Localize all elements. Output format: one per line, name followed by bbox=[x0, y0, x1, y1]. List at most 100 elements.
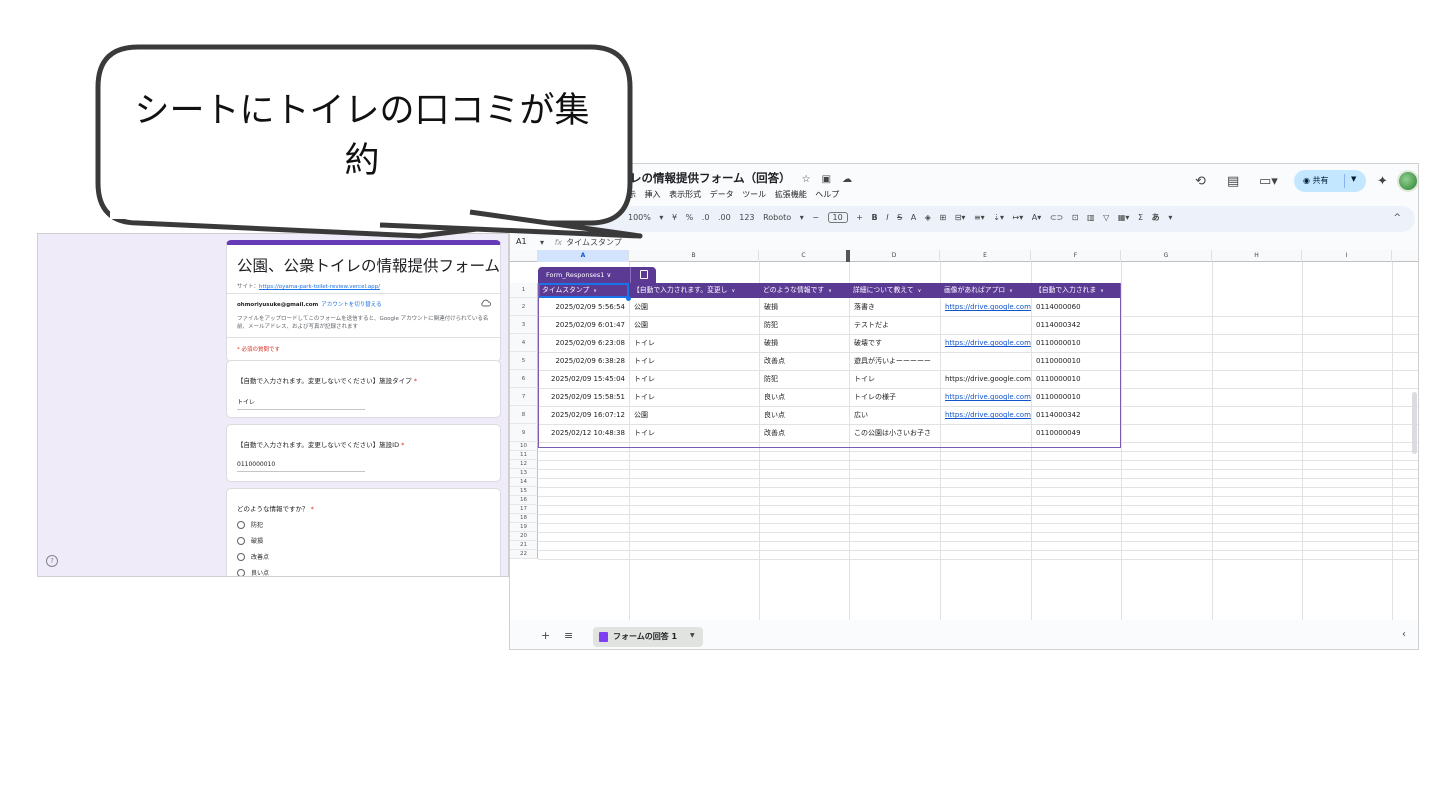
row-header[interactable]: 11 bbox=[510, 451, 538, 460]
row-header[interactable]: 21 bbox=[510, 541, 538, 550]
site-link[interactable]: https://oyama-park-toilet-review.vercel.… bbox=[259, 284, 380, 290]
currency-button[interactable]: ¥ bbox=[672, 213, 677, 222]
filter-icon[interactable]: ▽ bbox=[1103, 213, 1109, 222]
add-sheet-icon[interactable]: + bbox=[541, 629, 550, 642]
font-size-decrease[interactable]: − bbox=[812, 213, 819, 222]
row-header[interactable]: 10 bbox=[510, 442, 538, 451]
font-size-input[interactable]: 10 bbox=[827, 212, 848, 223]
zoom-select[interactable]: 100% ▾ bbox=[628, 213, 663, 222]
table-name-tab[interactable]: Form_Responses1 ∨ bbox=[538, 267, 656, 283]
number-format-button[interactable]: 123 bbox=[739, 213, 754, 222]
menu-item[interactable]: データ bbox=[710, 190, 734, 199]
radio-circle[interactable] bbox=[237, 552, 245, 561]
radio-option[interactable]: 改善点 bbox=[237, 552, 269, 561]
move-folder-icon[interactable]: ▣ bbox=[822, 174, 831, 185]
help-icon[interactable]: ? bbox=[46, 555, 58, 567]
filter-views-icon[interactable]: ▦▾ bbox=[1118, 213, 1130, 222]
select-all-corner[interactable] bbox=[510, 250, 538, 262]
italic-button[interactable]: I bbox=[886, 213, 888, 222]
row-header[interactable]: 1 bbox=[510, 283, 538, 298]
row-header[interactable]: 3 bbox=[510, 316, 538, 334]
column-header[interactable]: E bbox=[940, 250, 1031, 262]
sheet-tab[interactable]: フォームの回答 1 ▼ bbox=[593, 627, 703, 647]
vertical-align-icon[interactable]: ⇣▾ bbox=[993, 213, 1004, 222]
bold-button[interactable]: B bbox=[872, 213, 878, 222]
menu-item[interactable]: ツール bbox=[742, 190, 766, 199]
row-header[interactable]: 5 bbox=[510, 352, 538, 370]
input-tools-button[interactable]: あ ▾ bbox=[1152, 213, 1173, 222]
radio-option[interactable]: 良い点 bbox=[237, 568, 269, 576]
row-header[interactable]: 15 bbox=[510, 487, 538, 496]
increase-decimal-button[interactable]: .00 bbox=[718, 213, 731, 222]
radio-option[interactable]: 破損 bbox=[237, 536, 263, 545]
menu-item[interactable]: 拡張機能 bbox=[775, 190, 807, 199]
functions-icon[interactable]: Σ bbox=[1138, 213, 1143, 222]
row-header[interactable]: 17 bbox=[510, 505, 538, 514]
font-select[interactable]: Roboto ▾ bbox=[763, 213, 804, 222]
gemini-icon[interactable]: ✦ bbox=[1377, 174, 1388, 189]
menu-item[interactable]: 示 bbox=[628, 190, 636, 199]
link-icon[interactable]: ⊂⊃ bbox=[1050, 213, 1063, 222]
meet-icon[interactable]: ▭▾ bbox=[1259, 174, 1278, 189]
merge-cells-icon[interactable]: ⊟▾ bbox=[955, 213, 966, 222]
all-sheets-icon[interactable]: ≡ bbox=[564, 629, 573, 642]
row-header[interactable]: 19 bbox=[510, 523, 538, 532]
chevron-left-icon[interactable]: ‹ bbox=[1402, 629, 1406, 640]
row-header[interactable]: 18 bbox=[510, 514, 538, 523]
name-box[interactable]: A1 bbox=[516, 237, 527, 246]
spreadsheet-grid[interactable]: A B C D E F G H I Form_Responses1 ∨ 12 34… bbox=[510, 250, 1418, 620]
row-header[interactable]: 14 bbox=[510, 478, 538, 487]
column-header[interactable]: I bbox=[1302, 250, 1392, 262]
comment-icon[interactable]: ⊡ bbox=[1072, 213, 1079, 222]
row-header[interactable]: 20 bbox=[510, 532, 538, 541]
vertical-scrollbar[interactable] bbox=[1412, 392, 1417, 454]
star-icon[interactable]: ☆ bbox=[802, 174, 811, 185]
strikethrough-button[interactable]: S bbox=[897, 213, 902, 222]
percent-button[interactable]: % bbox=[686, 213, 694, 222]
radio-circle[interactable] bbox=[237, 520, 245, 529]
comments-icon[interactable]: ▤ bbox=[1227, 174, 1239, 189]
column-header[interactable]: A bbox=[538, 250, 629, 262]
column-header[interactable]: G bbox=[1121, 250, 1212, 262]
freeze-column-handle[interactable] bbox=[846, 250, 850, 262]
text-color-button[interactable]: A bbox=[911, 213, 916, 222]
row-header[interactable]: 9 bbox=[510, 424, 538, 442]
menu-item[interactable]: ヘルプ bbox=[815, 190, 839, 199]
chevron-down-icon[interactable]: ▼ bbox=[690, 632, 695, 639]
facility-id-input[interactable]: 0110000010 bbox=[237, 461, 365, 472]
text-wrap-icon[interactable]: ↦▾ bbox=[1013, 213, 1024, 222]
column-header[interactable]: F bbox=[1031, 250, 1121, 262]
menu-item[interactable]: 挿入 bbox=[645, 190, 661, 199]
row-header[interactable]: 13 bbox=[510, 469, 538, 478]
formula-bar[interactable]: ▾ fx タイムスタンプ bbox=[540, 237, 622, 248]
row-header[interactable]: 22 bbox=[510, 550, 538, 559]
row-header[interactable]: 4 bbox=[510, 334, 538, 352]
radio-option[interactable]: 防犯 bbox=[237, 520, 263, 529]
row-header[interactable]: 8 bbox=[510, 406, 538, 424]
facility-type-input[interactable]: トイレ bbox=[237, 397, 365, 410]
row-header[interactable]: 12 bbox=[510, 460, 538, 469]
share-dropdown-icon[interactable]: ▼ bbox=[1351, 175, 1356, 183]
menu-item[interactable]: 表示形式 bbox=[669, 190, 701, 199]
table-options-icon[interactable] bbox=[630, 267, 656, 283]
radio-circle[interactable] bbox=[237, 536, 245, 545]
column-header[interactable]: D bbox=[849, 250, 940, 262]
row-header[interactable]: 7 bbox=[510, 388, 538, 406]
avatar[interactable] bbox=[1397, 170, 1418, 192]
row-header[interactable]: 16 bbox=[510, 496, 538, 505]
column-header[interactable]: B bbox=[629, 250, 759, 262]
font-size-increase[interactable]: + bbox=[856, 213, 863, 222]
chart-icon[interactable]: ▥ bbox=[1087, 213, 1095, 222]
fill-color-icon[interactable]: ◈ bbox=[925, 213, 931, 222]
column-header[interactable]: C bbox=[759, 250, 849, 262]
switch-account-link[interactable]: アカウントを切り替える bbox=[321, 302, 381, 308]
decrease-decimal-button[interactable]: .0 bbox=[702, 213, 710, 222]
text-rotate-icon[interactable]: A▾ bbox=[1032, 213, 1042, 222]
column-header[interactable]: H bbox=[1212, 250, 1302, 262]
borders-icon[interactable]: ⊞ bbox=[939, 213, 946, 222]
history-icon[interactable]: ⟲ bbox=[1195, 174, 1206, 189]
doc-title-text[interactable]: レの情報提供フォーム（回答） bbox=[630, 171, 791, 185]
collapse-menus-icon[interactable]: ^ bbox=[1393, 213, 1401, 223]
align-icon[interactable]: ≡▾ bbox=[974, 213, 985, 222]
row-header[interactable]: 6 bbox=[510, 370, 538, 388]
